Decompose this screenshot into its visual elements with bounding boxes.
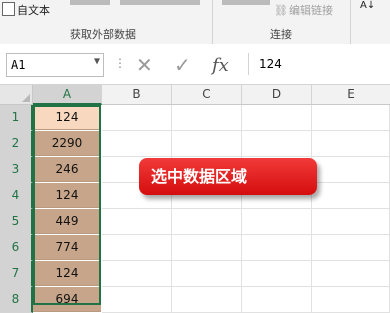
name-box[interactable]: A1 ▼	[6, 53, 104, 77]
grid-cell[interactable]	[312, 261, 390, 287]
grid-cell[interactable]	[312, 157, 390, 183]
edit-links-button[interactable]: ⛓编辑链接	[274, 2, 333, 18]
enter-check-icon[interactable]: ✓	[174, 53, 191, 77]
formula-input-value: 124	[259, 57, 282, 71]
grid-cell[interactable]	[312, 287, 390, 313]
row-header[interactable]: 6	[0, 235, 33, 261]
cell-a7[interactable]: 124	[33, 261, 101, 286]
row-header[interactable]: 3	[0, 157, 33, 183]
grid-cell[interactable]	[102, 287, 172, 313]
grid-cell[interactable]	[172, 261, 242, 287]
grid-cell[interactable]	[242, 235, 312, 261]
from-text-button[interactable]: 自文本	[2, 2, 50, 18]
cell-a3[interactable]: 246	[33, 157, 101, 182]
cell-a8[interactable]: 694	[33, 287, 101, 312]
sort-icon[interactable]: A↓	[360, 0, 375, 11]
group-separator	[350, 0, 351, 44]
column-header-c[interactable]: C	[172, 85, 242, 105]
grid-cell[interactable]	[312, 105, 390, 131]
column-header-e[interactable]: E	[312, 85, 390, 105]
grid-cell[interactable]	[312, 209, 390, 235]
cell-a4[interactable]: 124	[33, 183, 101, 208]
cell-a6[interactable]: 774	[33, 235, 101, 260]
from-text-label: 自文本	[17, 4, 50, 17]
get-external-data-group-label: 获取外部数据	[70, 28, 136, 41]
select-all-button[interactable]	[0, 85, 33, 105]
column-header-a[interactable]: A	[33, 85, 102, 105]
chevron-down-icon[interactable]: ▼	[94, 56, 100, 67]
grid-cell[interactable]	[172, 105, 242, 131]
grid-cell[interactable]	[172, 209, 242, 235]
grid-cell[interactable]	[102, 105, 172, 131]
formula-input[interactable]: 124	[248, 53, 390, 75]
row-header[interactable]: 2	[0, 131, 33, 157]
row-header[interactable]: 1	[0, 105, 33, 131]
worksheet-grid: A B C D E 1 2 3 4 5 6 7 8 124 2290 246 1…	[0, 85, 390, 313]
formula-bar: A1 ▼ ⋮ ✕ ✓ fx 124	[0, 44, 390, 85]
callout-select-data-range: 选中数据区域	[139, 158, 317, 195]
grid-cell[interactable]	[242, 105, 312, 131]
select-all-triangle-icon	[22, 94, 30, 102]
cell-a5[interactable]: 449	[33, 209, 101, 234]
grid-cell[interactable]	[172, 287, 242, 313]
text-file-icon	[2, 2, 15, 16]
grid-cell[interactable]	[172, 131, 242, 157]
group-separator	[212, 0, 213, 44]
grid-cell[interactable]	[312, 235, 390, 261]
column-header-b[interactable]: B	[102, 85, 172, 105]
cell-a2[interactable]: 2290	[33, 131, 101, 156]
grid-cell[interactable]	[242, 287, 312, 313]
cell-a1[interactable]: 124	[33, 105, 101, 130]
grid-cell[interactable]	[242, 261, 312, 287]
ribbon-cut-control	[70, 0, 110, 5]
ribbon-cut-control	[120, 0, 200, 5]
grid-cell[interactable]	[242, 209, 312, 235]
grid-cell[interactable]	[102, 261, 172, 287]
grid-cell[interactable]	[102, 209, 172, 235]
name-box-value: A1	[11, 58, 26, 72]
cancel-icon[interactable]: ✕	[136, 53, 153, 77]
grid-cell[interactable]	[102, 131, 172, 157]
insert-function-icon[interactable]: fx	[212, 55, 229, 76]
row-header[interactable]: 4	[0, 183, 33, 209]
link-icon: ⛓	[274, 4, 288, 17]
grid-cell[interactable]	[312, 183, 390, 209]
grid-cell[interactable]	[242, 131, 312, 157]
row-header[interactable]: 8	[0, 287, 33, 313]
grid-cell[interactable]	[172, 235, 242, 261]
drag-handle-icon[interactable]: ⋮	[114, 56, 126, 70]
grid-cell[interactable]	[312, 131, 390, 157]
formula-buttons: ✕ ✓ fx	[128, 53, 242, 77]
row-header[interactable]: 5	[0, 209, 33, 235]
column-header-d[interactable]: D	[242, 85, 312, 105]
ribbon-cut-control	[222, 0, 270, 5]
row-header[interactable]: 7	[0, 261, 33, 287]
ribbon: 自文本 获取外部数据 ⛓编辑链接 连接 A↓	[0, 0, 390, 45]
grid-cell[interactable]	[102, 235, 172, 261]
edit-links-label: 编辑链接	[288, 4, 333, 17]
connections-group-label: 连接	[270, 28, 292, 41]
